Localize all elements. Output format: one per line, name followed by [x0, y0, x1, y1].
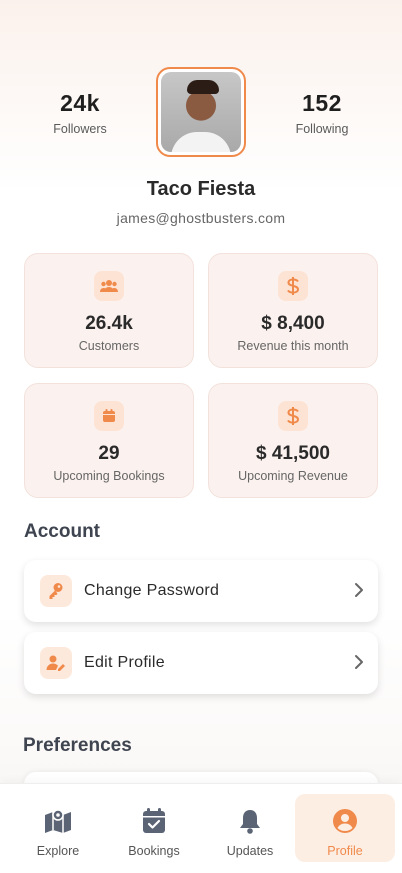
stat-label: Upcoming Bookings — [53, 469, 165, 483]
stat-card-bookings[interactable]: 29 Upcoming Bookings — [24, 383, 194, 498]
tab-bookings[interactable]: Bookings — [104, 794, 204, 862]
stat-value: $ 41,500 — [256, 443, 330, 464]
following-label: Following — [295, 122, 349, 136]
stat-card-upcoming-revenue[interactable]: $ 41,500 Upcoming Revenue — [208, 383, 378, 498]
profile-email: james@ghostbusters.com — [116, 210, 286, 226]
tab-updates[interactable]: Updates — [200, 794, 300, 862]
following-stat[interactable]: 152 Following — [267, 90, 377, 136]
calendar-check-icon — [104, 806, 204, 836]
bell-icon — [200, 806, 300, 836]
followers-count: 24k — [60, 90, 100, 116]
bottom-tab-bar: Explore Bookings Updates Profile — [0, 783, 402, 873]
tab-label: Updates — [226, 844, 274, 858]
stat-label: Customers — [78, 339, 140, 353]
chevron-right-icon — [354, 582, 364, 603]
tab-label: Profile — [327, 844, 363, 858]
change-password-button[interactable]: Change Password — [24, 560, 378, 622]
account-section-title: Account — [24, 521, 100, 542]
change-password-label: Change Password — [84, 582, 220, 599]
stat-value: $ 8,400 — [261, 313, 325, 334]
stat-value: 26.4k — [85, 313, 133, 334]
stat-label: Revenue this month — [237, 339, 349, 353]
followers-stat[interactable]: 24k Followers — [25, 90, 135, 136]
avatar-photo — [161, 72, 241, 152]
dollar-icon — [278, 271, 308, 301]
edit-profile-button[interactable]: Edit Profile — [24, 632, 378, 694]
user-circle-icon — [295, 806, 395, 836]
chevron-right-icon — [354, 654, 364, 675]
followers-label: Followers — [53, 122, 107, 136]
users-icon — [94, 271, 124, 301]
dollar-icon — [278, 401, 308, 431]
profile-name: Taco Fiesta — [146, 178, 256, 200]
tab-explore[interactable]: Explore — [8, 794, 108, 862]
key-icon — [40, 575, 72, 607]
tab-profile[interactable]: Profile — [295, 794, 395, 862]
stat-label: Upcoming Revenue — [238, 469, 348, 483]
calendar-icon — [94, 401, 124, 431]
stat-card-customers[interactable]: 26.4k Customers — [24, 253, 194, 368]
following-count: 152 — [302, 90, 342, 116]
tab-label: Bookings — [128, 844, 180, 858]
user-edit-icon — [40, 647, 72, 679]
stat-value: 29 — [98, 443, 120, 464]
stat-card-revenue-month[interactable]: $ 8,400 Revenue this month — [208, 253, 378, 368]
tab-label: Explore — [36, 844, 80, 858]
preferences-section-title: Preferences — [23, 735, 132, 756]
avatar[interactable] — [156, 67, 246, 157]
edit-profile-label: Edit Profile — [84, 654, 165, 671]
map-icon — [8, 806, 108, 836]
